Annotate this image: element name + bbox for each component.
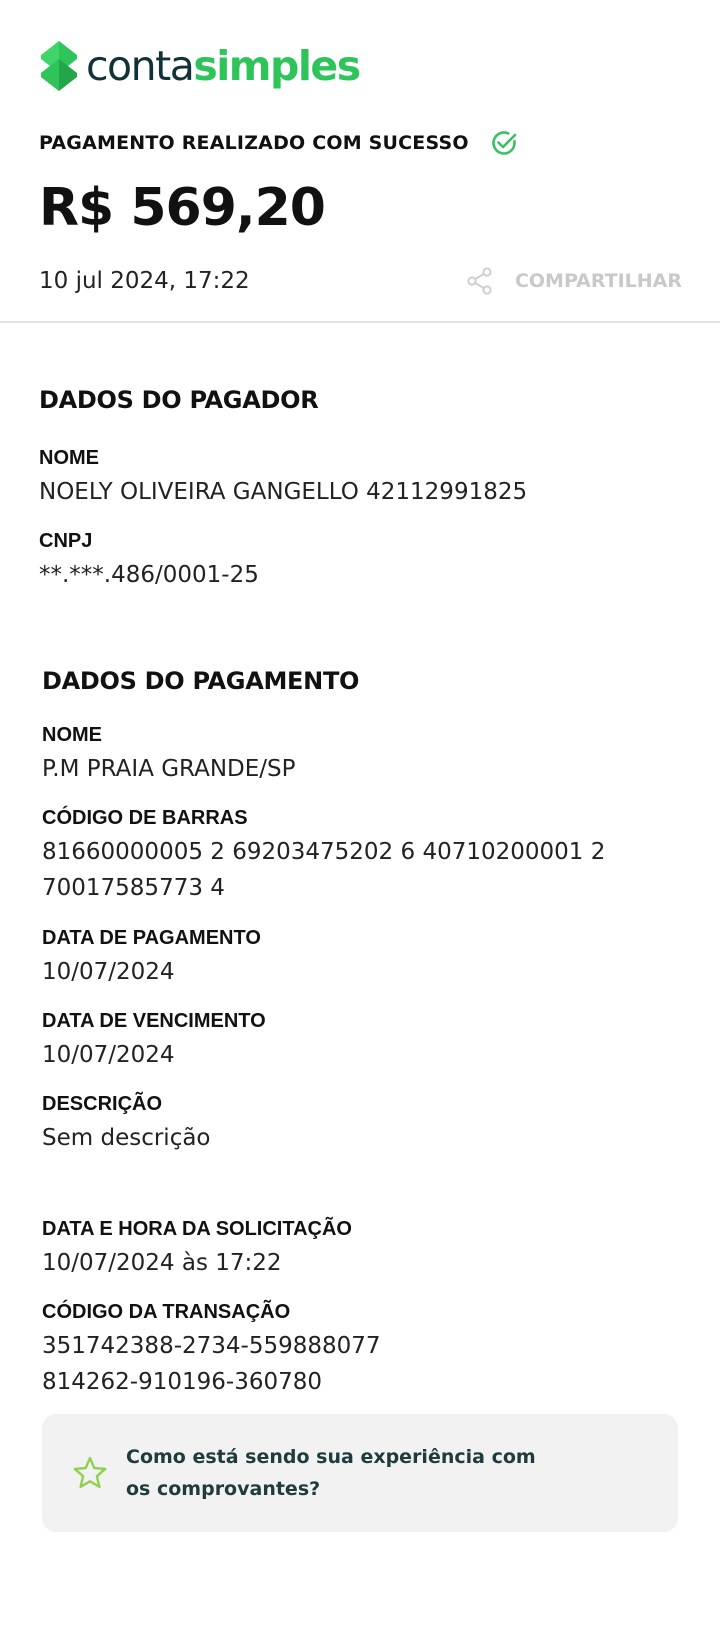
feedback-card[interactable]: Como está sendo sua experiência com os c… <box>42 1414 678 1532</box>
field-label: CÓDIGO DA TRANSAÇÃO <box>42 1301 291 1323</box>
field-value-line2: 814262-910196-360780 <box>42 1369 322 1395</box>
transaction-code-field: CÓDIGO DA TRANSAÇÃO 351742388-2734-55988… <box>42 1300 381 1400</box>
payer-cnpj-field: CNPJ **.***.486/0001-25 <box>39 529 259 593</box>
brand-logo: contasimples <box>40 38 361 94</box>
payer-section-title: DADOS DO PAGADOR <box>39 386 319 414</box>
field-value: **.***.486/0001-25 <box>39 562 259 588</box>
field-label: DATA E HORA DA SOLICITAÇÃO <box>42 1218 352 1240</box>
field-label: CÓDIGO DE BARRAS <box>42 807 248 829</box>
share-button[interactable]: COMPARTILHAR <box>465 266 682 296</box>
payment-section-title: DADOS DO PAGAMENTO <box>42 667 360 695</box>
brand-word-conta: conta <box>86 42 195 90</box>
field-label: DATA DE PAGAMENTO <box>42 927 261 949</box>
payment-date-field: DATA DE PAGAMENTO 10/07/2024 <box>42 926 261 990</box>
field-label: NOME <box>42 724 102 746</box>
share-label: COMPARTILHAR <box>514 270 682 292</box>
payment-amount: R$ 569,20 <box>39 178 326 238</box>
status-row: PAGAMENTO REALIZADO COM SUCESSO <box>39 128 519 158</box>
logo-mark-icon <box>41 41 77 91</box>
field-label: CNPJ <box>39 530 93 552</box>
share-icon <box>467 267 492 295</box>
request-datetime-field: DATA E HORA DA SOLICITAÇÃO 10/07/2024 às… <box>42 1217 352 1281</box>
payment-datetime: 10 jul 2024, 17:22 <box>39 268 250 294</box>
field-value-line1: 81660000005 2 69203475202 6 40710200001 … <box>42 839 606 865</box>
check-circle-icon <box>491 131 517 155</box>
field-value-line1: 351742388-2734-559888077 <box>42 1333 381 1359</box>
header-divider <box>0 321 720 323</box>
payment-name-field: NOME P.M PRAIA GRANDE/SP <box>42 723 296 787</box>
payer-name-field: NOME NOELY OLIVEIRA GANGELLO 42112991825 <box>39 446 527 510</box>
field-value: P.M PRAIA GRANDE/SP <box>42 756 296 782</box>
brand-word-simples: simples <box>193 42 361 90</box>
field-value: 10/07/2024 às 17:22 <box>42 1250 282 1276</box>
brand-wordmark: contasimples <box>86 38 361 94</box>
field-value: NOELY OLIVEIRA GANGELLO 42112991825 <box>39 479 528 505</box>
field-value: 10/07/2024 <box>42 1042 175 1068</box>
status-text: PAGAMENTO REALIZADO COM SUCESSO <box>39 132 469 154</box>
field-label: DESCRIÇÃO <box>42 1093 163 1115</box>
description-field: DESCRIÇÃO Sem descrição <box>42 1092 211 1156</box>
barcode-field: CÓDIGO DE BARRAS 81660000005 2 692034752… <box>42 806 605 906</box>
feedback-text: Como está sendo sua experiência com os c… <box>126 1446 536 1500</box>
field-value: 10/07/2024 <box>42 959 175 985</box>
due-date-field: DATA DE VENCIMENTO 10/07/2024 <box>42 1009 266 1073</box>
field-label: NOME <box>39 447 99 469</box>
field-value-line2: 70017585773 4 <box>42 875 225 901</box>
star-icon <box>73 1456 107 1489</box>
field-value: Sem descrição <box>42 1125 211 1151</box>
field-label: DATA DE VENCIMENTO <box>42 1010 266 1032</box>
